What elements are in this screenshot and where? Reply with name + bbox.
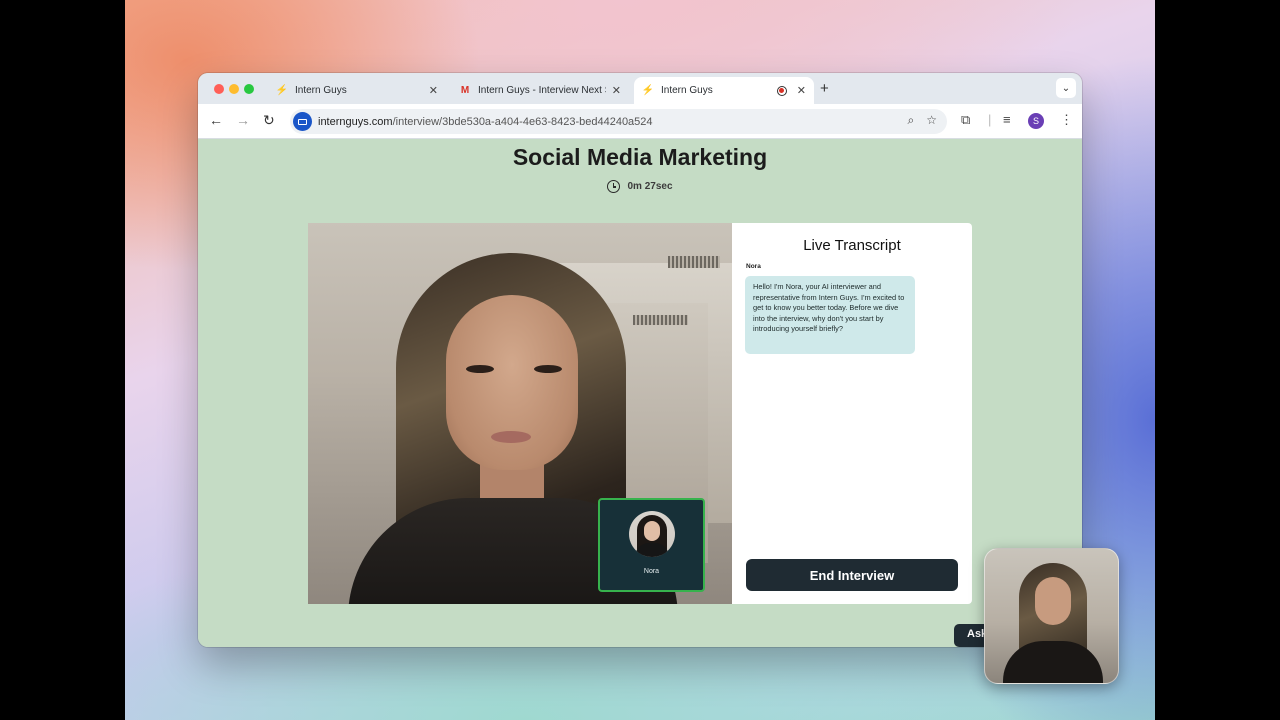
live-transcript-panel: Live Transcript Nora Hello! I'm Nora, yo…	[732, 223, 972, 604]
tab-title: Intern Guys	[661, 85, 713, 96]
tab-gmail[interactable]: M Intern Guys - Interview Next S ✕	[451, 77, 629, 104]
profile-avatar[interactable]: S	[1028, 113, 1044, 129]
transcript-heading: Live Transcript	[803, 237, 901, 254]
ai-interviewer-tile[interactable]: Nora	[598, 498, 705, 592]
ceiling-vent	[668, 256, 720, 268]
tab-intern-guys-active[interactable]: ⚡ Intern Guys ✕	[634, 77, 814, 104]
recording-icon	[776, 85, 787, 96]
gmail-icon: M	[460, 85, 470, 96]
new-tab-button[interactable]: +	[820, 80, 829, 97]
tab-strip: ⚡ Intern Guys ✕ M Intern Guys - Intervie…	[198, 73, 1082, 104]
url-text[interactable]: internguys.com/interview/3bde530a-a404-4…	[318, 116, 653, 128]
self-camera-overlay[interactable]	[984, 548, 1119, 684]
back-arrow-icon[interactable]: ←	[209, 112, 223, 128]
close-tab-icon[interactable]: ✕	[429, 84, 438, 97]
tab-title: Intern Guys	[295, 85, 347, 96]
zoom-magnifier-icon[interactable]: ⌕	[908, 113, 915, 128]
page-title: Social Media Marketing	[512, 144, 768, 170]
nora-avatar	[629, 511, 675, 557]
candidate-video: Nora	[308, 223, 732, 604]
timer-text: 0m 27sec	[627, 181, 673, 192]
tab-intern-guys-1[interactable]: ⚡ Intern Guys ✕	[268, 77, 446, 104]
media-control-icon[interactable]: ≡	[1003, 112, 1011, 127]
intern-guys-favicon-icon: ⚡	[641, 85, 655, 96]
browser-toolbar: ← → ↻ internguys.com/interview/3bde530a-…	[198, 104, 1082, 139]
interview-page: Social Media Marketing 0m 27sec Nora Liv…	[198, 139, 1082, 647]
transcript-message: Hello! I'm Nora, your AI interviewer and…	[745, 276, 915, 354]
message-speaker: Nora	[746, 263, 761, 270]
extensions-puzzle-icon[interactable]: ⧉	[961, 112, 970, 128]
intern-guys-favicon-icon: ⚡	[275, 85, 289, 96]
tab-search-chevron-icon[interactable]: ⌄	[1056, 78, 1076, 98]
toolbar-divider: |	[988, 112, 992, 127]
end-interview-button[interactable]: End Interview	[746, 559, 958, 591]
reload-icon[interactable]: ↻	[263, 112, 275, 129]
clock-icon	[607, 180, 621, 193]
interview-timer: 0m 27sec	[198, 180, 1082, 193]
forward-arrow-icon[interactable]: →	[236, 112, 250, 128]
close-tab-icon[interactable]: ✕	[797, 84, 806, 97]
bookmark-star-icon[interactable]: ☆	[926, 113, 937, 128]
window-close-button[interactable]	[214, 84, 224, 94]
kebab-menu-icon[interactable]: ⋮	[1060, 112, 1073, 128]
site-info-video-icon[interactable]	[293, 112, 312, 131]
address-bar[interactable]: internguys.com/interview/3bde530a-a404-4…	[290, 109, 947, 134]
ai-interviewer-name: Nora	[643, 568, 660, 575]
close-tab-icon[interactable]: ✕	[612, 84, 621, 97]
window-maximize-button[interactable]	[244, 84, 254, 94]
window-minimize-button[interactable]	[229, 84, 239, 94]
tab-title: Intern Guys - Interview Next S	[478, 85, 606, 96]
browser-window: ⚡ Intern Guys ✕ M Intern Guys - Intervie…	[198, 73, 1082, 647]
wall-vent	[633, 315, 688, 325]
